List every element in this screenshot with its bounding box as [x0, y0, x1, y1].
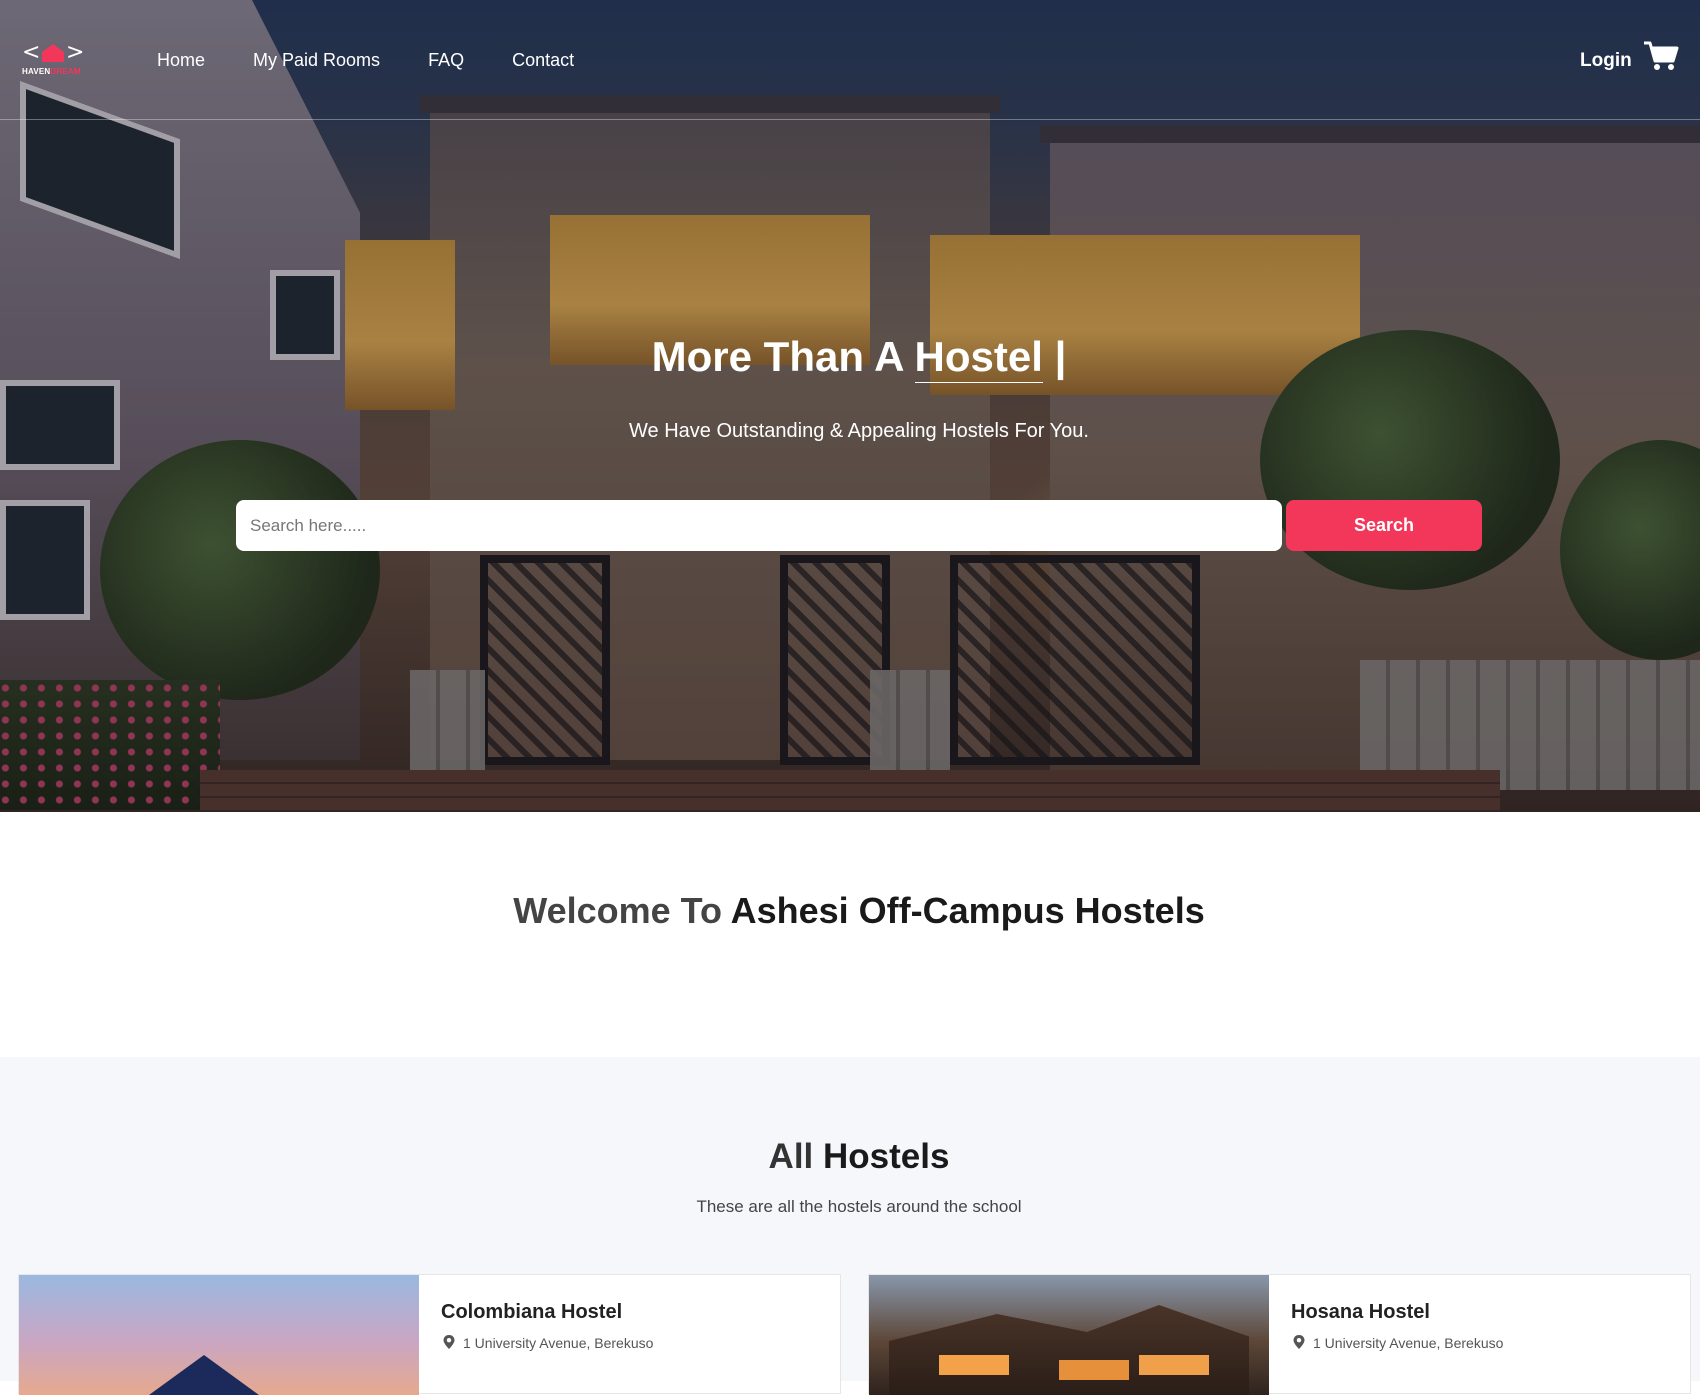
all-hostels-subtitle: These are all the hostels around the sch…	[696, 1197, 1022, 1216]
nav-link-home[interactable]: Home	[157, 50, 205, 71]
hostel-card[interactable]: Colombiana Hostel 1 University Avenue, B…	[18, 1274, 841, 1395]
chevron-right-icon: >	[66, 40, 85, 65]
hero-title: More Than A Hostel |	[0, 333, 1700, 383]
hostel-name[interactable]: Hosana Hostel	[1291, 1301, 1430, 1324]
location-pin-icon	[443, 1335, 455, 1349]
welcome-section: Welcome To Ashesi Off-Campus Hostels	[0, 812, 1700, 1057]
search-input[interactable]	[236, 500, 1282, 551]
hero-typed-word: Hostel	[914, 333, 1043, 383]
cart-icon[interactable]	[1643, 40, 1679, 72]
nav-link-my-paid-rooms[interactable]: My Paid Rooms	[253, 50, 380, 71]
hostel-card[interactable]: Hosana Hostel 1 University Avenue, Berek…	[868, 1274, 1691, 1395]
login-link[interactable]: Login	[1580, 50, 1632, 72]
chevron-left-icon: <	[22, 40, 41, 65]
hero-subtitle: We Have Outstanding & Appealing Hostels …	[629, 420, 1089, 442]
hero-overlay	[0, 0, 1700, 812]
location-pin-icon	[1293, 1335, 1305, 1349]
nav-link-contact[interactable]: Contact	[512, 50, 574, 71]
top-navbar: < > HAVENDREAM Home My Paid Rooms FAQ Co…	[0, 0, 1700, 120]
search-button[interactable]: Search	[1286, 500, 1482, 551]
hostel-image	[19, 1275, 419, 1395]
search-bar: Search	[236, 500, 1482, 551]
hero-banner: < > HAVENDREAM Home My Paid Rooms FAQ Co…	[0, 0, 1700, 812]
site-logo[interactable]: < > HAVENDREAM	[22, 42, 84, 80]
logo-text: HAVENDREAM	[22, 67, 81, 76]
welcome-heading: Welcome To Ashesi Off-Campus Hostels	[513, 890, 1205, 931]
nav-link-faq[interactable]: FAQ	[428, 50, 464, 71]
hostel-address: 1 University Avenue, Berekuso	[1313, 1335, 1504, 1351]
house-icon	[42, 44, 64, 62]
nav-links: Home My Paid Rooms FAQ Contact	[157, 50, 574, 71]
all-hostels-heading: All Hostels	[768, 1137, 950, 1176]
hostel-image	[869, 1275, 1269, 1395]
hostel-name[interactable]: Colombiana Hostel	[441, 1301, 622, 1324]
hostel-address: 1 University Avenue, Berekuso	[463, 1335, 654, 1351]
